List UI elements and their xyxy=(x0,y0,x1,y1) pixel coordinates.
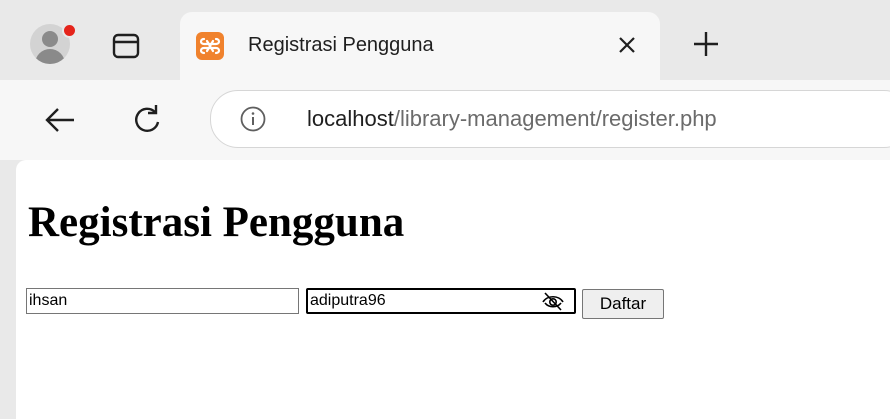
tab-strip: Registrasi Pengguna xyxy=(0,0,890,80)
plus-icon[interactable] xyxy=(688,26,724,62)
notification-dot xyxy=(62,23,77,38)
tab-actions-icon[interactable] xyxy=(108,28,144,64)
username-input[interactable] xyxy=(29,289,239,313)
password-field[interactable] xyxy=(306,288,576,314)
url-path: /library-management/register.php xyxy=(393,106,717,131)
url-host: localhost xyxy=(307,106,394,131)
profile-head xyxy=(42,31,58,47)
address-bar[interactable]: localhost/library-management/register.ph… xyxy=(210,90,890,148)
close-icon[interactable] xyxy=(612,30,642,60)
url-text: localhost/library-management/register.ph… xyxy=(307,106,717,132)
page-viewport: Registrasi Pengguna Daftar xyxy=(16,160,890,419)
back-arrow-icon[interactable] xyxy=(42,102,78,138)
tab-title: Registrasi Pengguna xyxy=(248,34,434,56)
xampp-favicon-icon xyxy=(196,32,224,60)
reload-icon[interactable] xyxy=(130,102,166,138)
daftar-button[interactable]: Daftar xyxy=(582,289,664,319)
username-field[interactable] xyxy=(26,288,299,314)
page-title: Registrasi Pengguna xyxy=(28,199,405,246)
info-icon[interactable] xyxy=(239,105,267,133)
profile-body xyxy=(35,49,65,64)
navigation-toolbar: localhost/library-management/register.ph… xyxy=(0,80,890,160)
password-input[interactable] xyxy=(310,290,520,312)
active-tab[interactable]: Registrasi Pengguna xyxy=(180,12,660,80)
eye-off-icon[interactable] xyxy=(540,291,566,311)
